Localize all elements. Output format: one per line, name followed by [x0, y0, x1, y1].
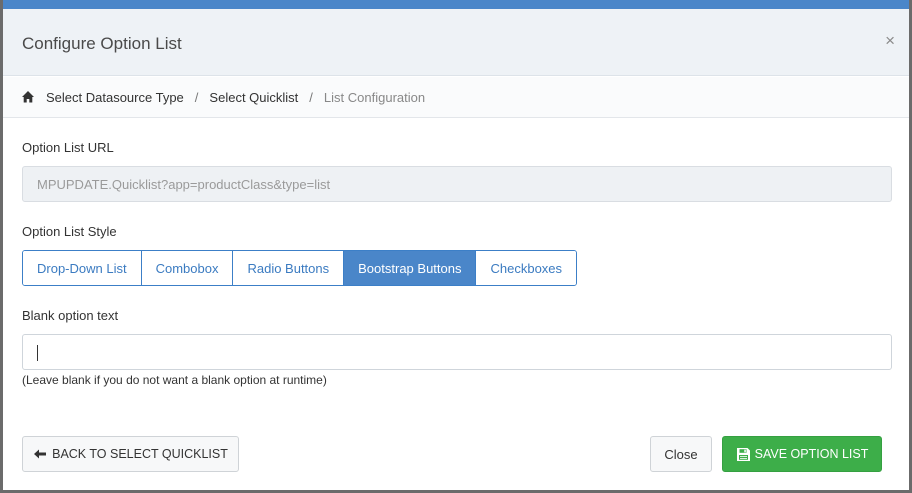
option-list-style-button-group: Drop-Down List Combobox Radio Buttons Bo… [22, 250, 578, 286]
home-icon[interactable] [21, 90, 35, 104]
save-disk-icon [736, 447, 751, 462]
arrow-left-icon [33, 448, 47, 460]
save-button-label: SAVE OPTION LIST [754, 447, 869, 461]
modal-dialog: Configure Option List × Select Datasourc… [0, 0, 912, 493]
style-option-checkboxes[interactable]: Checkboxes [476, 251, 577, 285]
breadcrumb-item-list-configuration: List Configuration [323, 89, 426, 105]
breadcrumb: Select Datasource Type / Select Quicklis… [3, 77, 909, 118]
breadcrumb-item-quicklist[interactable]: Select Quicklist [209, 90, 298, 105]
style-option-combobox[interactable]: Combobox [141, 251, 234, 285]
blank-option-hint: (Leave blank if you do not want a blank … [22, 373, 327, 387]
style-option-radio-buttons[interactable]: Radio Buttons [233, 251, 345, 285]
modal-top-accent-bar [3, 0, 909, 9]
modal-header: Configure Option List × [3, 9, 909, 76]
blank-option-text-input[interactable] [22, 334, 892, 370]
breadcrumb-item-datasource-type[interactable]: Select Datasource Type [46, 90, 184, 105]
back-button-label: BACK TO SELECT QUICKLIST [52, 447, 228, 461]
close-button[interactable]: Close [650, 436, 712, 472]
style-option-dropdown-list[interactable]: Drop-Down List [23, 251, 142, 285]
text-cursor [37, 345, 38, 361]
save-option-list-button[interactable]: SAVE OPTION LIST [722, 436, 882, 472]
breadcrumb-separator: / [309, 89, 313, 105]
option-list-style-label: Option List Style [22, 224, 117, 239]
option-list-url-label: Option List URL [22, 140, 114, 155]
close-icon[interactable]: × [885, 31, 895, 51]
modal-title: Configure Option List [22, 34, 182, 53]
style-option-bootstrap-buttons[interactable]: Bootstrap Buttons [344, 251, 477, 285]
breadcrumb-separator: / [194, 89, 199, 105]
option-list-url-field: MPUPDATE.Quicklist?app=productClass&type… [22, 166, 892, 202]
blank-option-text-label: Blank option text [22, 308, 119, 323]
back-to-select-quicklist-button[interactable]: BACK TO SELECT QUICKLIST [22, 436, 239, 472]
